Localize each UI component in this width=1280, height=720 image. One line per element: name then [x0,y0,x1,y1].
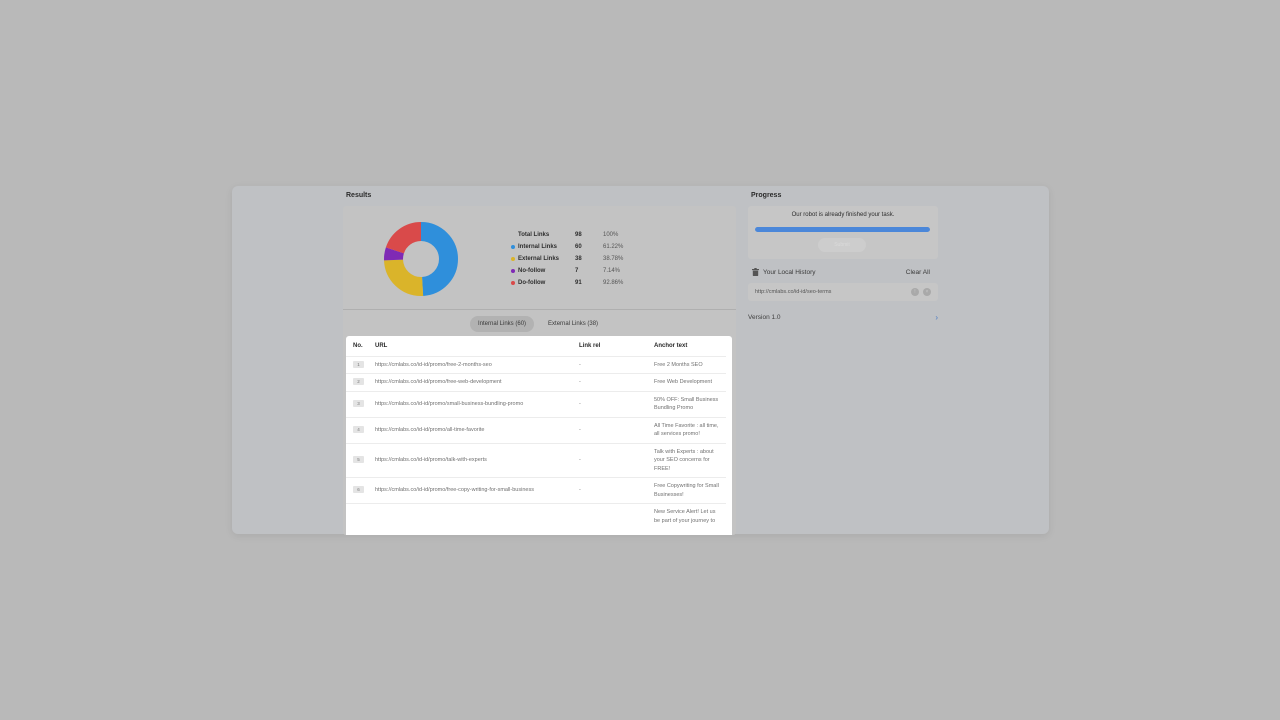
row-url[interactable]: https://cmlabs.co/id-id/promo/free-web-d… [368,373,572,391]
progress-title: Progress [751,192,782,199]
stat-percent: 61.22% [603,244,624,250]
links-table-container[interactable]: No. URL Link rel Anchor text 1 https://c… [346,336,732,535]
row-anchor: New Service Alert! Let us be part of you… [647,503,726,529]
version-row[interactable]: Version 1.0 › [748,312,938,322]
row-url[interactable]: https://cmlabs.co/id-id/promo/small-busi… [368,390,572,417]
row-number: 5 [353,456,364,463]
row-url[interactable]: https://cmlabs.co/id-id/promo/all-time-f… [368,416,572,443]
stat-count: 60 [575,244,582,250]
links-table: No. URL Link rel Anchor text 1 https://c… [346,336,726,529]
link-stats: Total Links 98 100% Internal Links 60 61… [511,229,643,289]
row-rel: - [572,477,647,504]
dofollow-dot-icon [511,281,515,285]
row-rel [572,503,647,529]
tab-internal-links[interactable]: Internal Links (60) [470,316,535,332]
stat-external: External Links 38 38.78% [511,253,643,265]
stat-percent: 7.14% [603,268,621,274]
row-number: 3 [353,399,364,407]
stat-nofollow: No-follow 7 7.14% [511,265,643,277]
row-rel: - [572,373,647,391]
stat-count: 98 [575,232,582,238]
clear-all-button[interactable]: Clear All [906,269,930,276]
history-item[interactable]: http://cmlabs.co/id-id/seo-terms ! × [748,283,938,301]
table-row: New Service Alert! Let us be part of you… [346,503,726,529]
row-rel: - [572,416,647,443]
stat-label: Do-follow [518,280,546,286]
stat-label: Internal Links [518,244,558,250]
table-row: 2 https://cmlabs.co/id-id/promo/free-web… [346,373,726,391]
stat-total: Total Links 98 100% [511,229,643,241]
table-row: 1 https://cmlabs.co/id-id/promo/free-2-m… [346,355,726,374]
row-anchor: Free Copywriting for Small Businesses! [647,477,726,504]
stat-dot [511,233,515,237]
link-tabs: Internal Links (60) External Links (38) [470,316,606,332]
row-url[interactable] [368,503,572,529]
history-url[interactable]: http://cmlabs.co/id-id/seo-terms [755,289,907,295]
stat-percent: 92.86% [603,280,624,286]
row-rel: - [572,355,647,374]
row-anchor: 50% OFF: Small Business Bundling Promo [647,390,726,417]
results-title: Results [346,192,372,199]
info-icon[interactable]: ! [911,288,919,296]
trash-icon [752,268,759,276]
stat-count: 7 [575,268,579,274]
stat-internal: Internal Links 60 61.22% [511,241,643,253]
col-header-anchor: Anchor text [654,342,688,349]
progress-bar-fill [755,227,930,232]
stat-percent: 100% [603,232,619,238]
col-header-url: URL [375,342,388,349]
chevron-right-icon[interactable]: › [935,313,938,322]
stat-label: External Links [518,256,560,262]
row-rel: - [572,390,647,417]
tab-external-links[interactable]: External Links (38) [540,316,606,332]
row-number: 2 [353,378,364,385]
table-row: 3 https://cmlabs.co/id-id/promo/small-bu… [346,390,726,417]
row-url[interactable]: https://cmlabs.co/id-id/promo/talk-with-… [368,442,572,478]
stat-dofollow: Do-follow 91 92.86% [511,277,643,289]
stat-count: 38 [575,256,582,262]
links-donut-chart [384,222,458,296]
row-url[interactable]: https://cmlabs.co/id-id/promo/free-copy-… [368,477,572,504]
row-anchor: All Time Favorite : all time, all servic… [647,416,726,443]
table-row: 5 https://cmlabs.co/id-id/promo/talk-wit… [346,442,726,478]
progress-bar [755,227,930,232]
progress-card: Our robot is already finished your task.… [748,206,938,259]
row-number: 4 [353,425,364,433]
stat-percent: 38.78% [603,256,624,262]
stat-label: No-follow [518,268,546,274]
col-header-rel: Link rel [579,342,601,349]
external-dot-icon [511,257,515,261]
progress-message: Our robot is already finished your task. [791,212,895,218]
row-rel: - [572,442,647,478]
table-header-row: No. URL Link rel Anchor text [346,336,726,356]
version-label: Version 1.0 [748,313,781,321]
col-header-no: No. [353,342,363,349]
table-row: 6 https://cmlabs.co/id-id/promo/free-cop… [346,477,726,504]
row-number: 1 [353,360,364,368]
row-anchor: Free Web Development [647,373,726,391]
row-url[interactable]: https://cmlabs.co/id-id/promo/free-2-mon… [368,355,572,374]
row-anchor: Free 2 Months SEO [647,355,726,374]
table-row: 4 https://cmlabs.co/id-id/promo/all-time… [346,416,726,443]
history-header: Your Local History Clear All [752,266,930,278]
internal-dot-icon [511,245,515,249]
close-icon[interactable]: × [923,288,931,296]
submit-button[interactable]: Submit [818,238,866,252]
divider [343,309,736,310]
row-number: 6 [353,486,364,494]
history-title: Your Local History [763,268,816,276]
stat-label: Total Links [518,232,550,238]
stat-count: 91 [575,280,582,286]
row-anchor: Talk with Experts : about your SEO conce… [647,442,726,478]
nofollow-dot-icon [511,269,515,273]
